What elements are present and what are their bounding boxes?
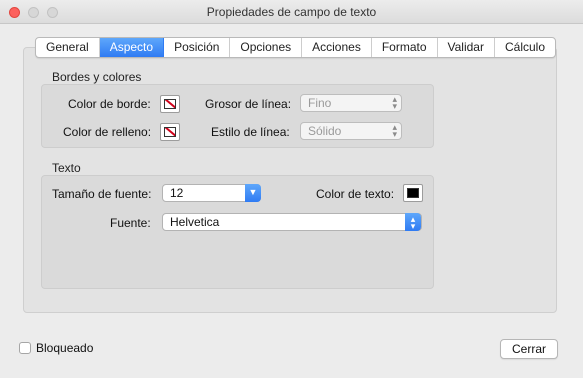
text-color-swatch[interactable] [403,184,423,202]
window-title: Propiedades de campo de texto [206,5,377,19]
font-label: Fuente: [110,216,151,230]
tab-general[interactable]: General [36,38,100,57]
fill-color-label: Color de relleno: [63,125,152,139]
locked-checkbox[interactable] [19,342,31,354]
updown-chevron-icon: ▴ ▾ [392,122,397,139]
line-style-value: Sólido [308,124,342,138]
font-value: Helvetica [170,215,220,229]
line-width-select[interactable]: Fino ▴ ▾ [300,94,402,112]
chevron-down-icon: ▼ [248,187,258,197]
border-color-label: Color de borde: [68,97,151,111]
title-bar: Propiedades de campo de texto [0,0,583,24]
close-button[interactable]: Cerrar [500,339,558,359]
tab-posicion[interactable]: Posición [164,38,231,57]
no-color-icon [164,99,176,109]
updown-chevron-icon: ▴ ▾ [405,213,421,231]
borders-section-title: Bordes y colores [52,70,142,84]
locked-label: Bloqueado [36,341,94,355]
tab-aspecto[interactable]: Aspecto [99,38,165,57]
line-style-label: Estilo de línea: [211,125,290,139]
color-fill [407,188,419,198]
font-size-dropdown-button[interactable]: ▼ [245,184,261,202]
tab-acciones[interactable]: Acciones [302,38,372,57]
updown-chevron-icon: ▴ ▾ [392,94,397,111]
font-select[interactable]: Helvetica ▴ ▾ [162,213,422,231]
tab-formato[interactable]: Formato [372,38,438,57]
tab-calculo[interactable]: Cálculo [495,38,555,57]
line-style-select[interactable]: Sólido ▴ ▾ [300,122,402,140]
tab-opciones[interactable]: Opciones [230,38,303,57]
tab-bar: General Aspecto Posición Opciones Accion… [35,37,557,58]
line-width-label: Grosor de línea: [205,97,292,111]
line-width-value: Fino [308,96,332,110]
border-color-swatch[interactable] [160,95,180,113]
font-size-label: Tamaño de fuente: [52,187,152,201]
text-section-title: Texto [52,161,81,175]
font-size-value: 12 [170,186,184,200]
text-color-label: Color de texto: [316,187,395,201]
no-color-icon [164,127,176,137]
tab-validar[interactable]: Validar [438,38,495,57]
fill-color-swatch[interactable] [160,123,180,141]
